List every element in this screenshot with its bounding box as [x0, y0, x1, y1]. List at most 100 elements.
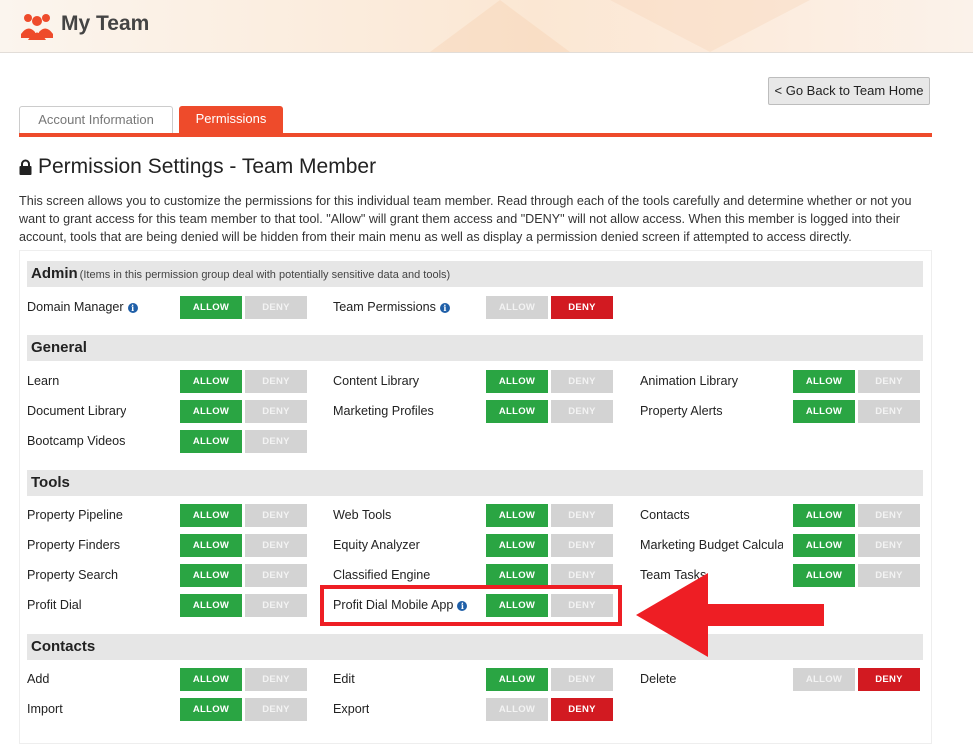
- deny-button-animation-library[interactable]: DENY: [858, 370, 920, 393]
- permission-label-text: Add: [27, 672, 50, 686]
- deny-button-property-alerts[interactable]: DENY: [858, 400, 920, 423]
- permission-label-edit: Edit: [333, 668, 355, 690]
- permission-label-text: Domain Manager: [27, 300, 124, 314]
- permission-label-text: Bootcamp Videos: [27, 434, 126, 448]
- permission-label-delete: Delete: [640, 668, 676, 690]
- deny-button-marketing-profiles[interactable]: DENY: [551, 400, 613, 423]
- tab-permissions[interactable]: Permissions: [179, 106, 283, 133]
- allow-button-add[interactable]: ALLOW: [180, 668, 242, 691]
- permission-label-domain-manager: Domain Manager i: [27, 296, 138, 318]
- group-title: Contacts: [31, 638, 96, 655]
- deny-button-team-permissions[interactable]: DENY: [551, 296, 613, 319]
- tab-account-information[interactable]: Account Information: [19, 106, 173, 133]
- allow-button-edit[interactable]: ALLOW: [486, 668, 548, 691]
- deny-button-profit-dial[interactable]: DENY: [245, 594, 307, 617]
- permission-label-animation-library: Animation Library: [640, 370, 738, 392]
- deny-button-equity-analyzer[interactable]: DENY: [551, 534, 613, 557]
- group-header-general: General: [27, 335, 923, 361]
- allow-button-property-pipeline[interactable]: ALLOW: [180, 504, 242, 527]
- team-icon: [21, 14, 53, 40]
- allow-button-delete[interactable]: ALLOW: [793, 668, 855, 691]
- allow-button-document-library[interactable]: ALLOW: [180, 400, 242, 423]
- allow-button-bootcamp-videos[interactable]: ALLOW: [180, 430, 242, 453]
- page-title-text: Permission Settings - Team Member: [38, 155, 377, 178]
- permission-label-add: Add: [27, 668, 49, 690]
- allow-button-contacts[interactable]: ALLOW: [793, 504, 855, 527]
- permission-label-marketing-profiles: Marketing Profiles: [333, 400, 434, 422]
- deny-button-learn[interactable]: DENY: [245, 370, 307, 393]
- allow-button-marketing-profiles[interactable]: ALLOW: [486, 400, 548, 423]
- permission-label-content-library: Content Library: [333, 370, 419, 392]
- permission-label-property-finders: Property Finders: [27, 534, 120, 556]
- group-title: Tools: [31, 474, 70, 491]
- allow-button-profit-dial[interactable]: ALLOW: [180, 594, 242, 617]
- permission-label-contacts: Contacts: [640, 504, 690, 526]
- permission-label-property-pipeline: Property Pipeline: [27, 504, 123, 526]
- allow-button-property-search[interactable]: ALLOW: [180, 564, 242, 587]
- permission-label-text: Property Finders: [27, 538, 121, 552]
- permission-label-text: Export: [333, 702, 370, 716]
- permission-label-text: Classified Engine: [333, 568, 431, 582]
- group-header-tools: Tools: [27, 470, 923, 496]
- back-to-team-home-button[interactable]: < Go Back to Team Home: [768, 77, 930, 105]
- allow-button-equity-analyzer[interactable]: ALLOW: [486, 534, 548, 557]
- allow-button-content-library[interactable]: ALLOW: [486, 370, 548, 393]
- permission-label-text: Import: [27, 702, 63, 716]
- deny-button-import[interactable]: DENY: [245, 698, 307, 721]
- deny-button-classified-engine[interactable]: DENY: [551, 564, 613, 587]
- info-icon[interactable]: i: [127, 302, 138, 313]
- deny-button-delete[interactable]: DENY: [858, 668, 920, 691]
- permission-label-equity-analyzer: Equity Analyzer: [333, 534, 420, 556]
- allow-button-export[interactable]: ALLOW: [486, 698, 548, 721]
- permission-label-property-alerts: Property Alerts: [640, 400, 723, 422]
- deny-button-property-pipeline[interactable]: DENY: [245, 504, 307, 527]
- deny-button-contacts[interactable]: DENY: [858, 504, 920, 527]
- permission-label-team-permissions: Team Permissions i: [333, 296, 450, 318]
- allow-button-property-alerts[interactable]: ALLOW: [793, 400, 855, 423]
- allow-button-team-permissions[interactable]: ALLOW: [486, 296, 548, 319]
- permission-label-learn: Learn: [27, 370, 59, 392]
- permission-label-profit-dial: Profit Dial: [27, 594, 82, 616]
- deny-button-bootcamp-videos[interactable]: DENY: [245, 430, 307, 453]
- permission-label-text: Property Pipeline: [27, 508, 123, 522]
- permission-label-text: Content Library: [333, 374, 420, 388]
- deny-button-add[interactable]: DENY: [245, 668, 307, 691]
- permission-label-text: Property Alerts: [640, 404, 723, 418]
- permission-label-bootcamp-videos: Bootcamp Videos: [27, 430, 125, 452]
- permission-label-text: Marketing Budget Calcula: [640, 538, 783, 552]
- allow-button-marketing-budget-calcula[interactable]: ALLOW: [793, 534, 855, 557]
- app-title: My Team: [61, 12, 150, 35]
- callout-arrow-icon: [636, 573, 824, 657]
- deny-button-property-search[interactable]: DENY: [245, 564, 307, 587]
- deny-button-team-tasks[interactable]: DENY: [858, 564, 920, 587]
- deny-button-edit[interactable]: DENY: [551, 668, 613, 691]
- group-title: General: [31, 339, 87, 356]
- deny-button-web-tools[interactable]: DENY: [551, 504, 613, 527]
- tab-underline: [19, 133, 932, 137]
- allow-button-animation-library[interactable]: ALLOW: [793, 370, 855, 393]
- permission-label-text: Marketing Profiles: [333, 404, 434, 418]
- deny-button-marketing-budget-calcula[interactable]: DENY: [858, 534, 920, 557]
- info-icon[interactable]: i: [439, 302, 450, 313]
- allow-button-learn[interactable]: ALLOW: [180, 370, 242, 393]
- allow-button-web-tools[interactable]: ALLOW: [486, 504, 548, 527]
- permission-label-import: Import: [27, 698, 63, 720]
- group-header-admin: Admin (Items in this permission group dea…: [27, 261, 923, 287]
- lock-icon: [19, 159, 32, 175]
- allow-button-classified-engine[interactable]: ALLOW: [486, 564, 548, 587]
- allow-button-property-finders[interactable]: ALLOW: [180, 534, 242, 557]
- page-description: This screen allows you to customize the …: [19, 194, 912, 244]
- deny-button-content-library[interactable]: DENY: [551, 370, 613, 393]
- header-decoration: [610, 0, 810, 52]
- page-title: Permission Settings - Team Member: [19, 155, 376, 179]
- allow-button-import[interactable]: ALLOW: [180, 698, 242, 721]
- allow-button-domain-manager[interactable]: ALLOW: [180, 296, 242, 319]
- permission-label-text: Property Search: [27, 568, 118, 582]
- permission-label-text: Team Permissions: [333, 300, 436, 314]
- permission-label-text: Document Library: [27, 404, 127, 418]
- deny-button-domain-manager[interactable]: DENY: [245, 296, 307, 319]
- deny-button-export[interactable]: DENY: [551, 698, 613, 721]
- deny-button-document-library[interactable]: DENY: [245, 400, 307, 423]
- permission-label-text: Animation Library: [640, 374, 738, 388]
- deny-button-property-finders[interactable]: DENY: [245, 534, 307, 557]
